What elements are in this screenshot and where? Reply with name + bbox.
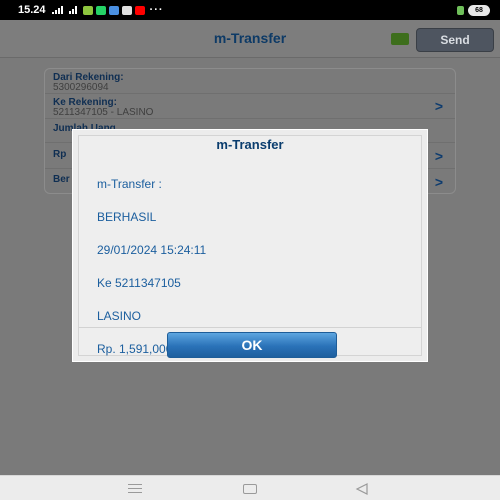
- dialog-line: LASINO: [97, 309, 142, 323]
- chevron-right-icon: >: [434, 174, 443, 190]
- recent-apps-icon[interactable]: [128, 484, 142, 493]
- amount-prefix: Rp: [53, 149, 67, 160]
- navigation-bar: [0, 475, 500, 500]
- charging-icon: [457, 5, 464, 15]
- dialog-line: 29/01/2024 15:24:11: [97, 243, 207, 257]
- dialog-title: m-Transfer: [216, 137, 284, 152]
- to-account-value: 5211347105 - LASINO: [53, 107, 154, 118]
- to-account-row[interactable]: Ke Rekening: 5211347105 - LASINO >: [45, 94, 455, 119]
- youtube-icon: [134, 5, 145, 15]
- battery-icon: 68: [468, 4, 490, 16]
- from-account-value: 5300296094: [53, 82, 109, 93]
- dialog-line: m-Transfer :: [97, 177, 162, 191]
- extra-label: Ber: [53, 174, 70, 185]
- dialog-content: m-Transfer m-Transfer : BERHASIL 29/01/2…: [78, 135, 422, 358]
- notification-icon: [108, 5, 119, 15]
- home-icon[interactable]: [243, 484, 257, 494]
- transfer-result-dialog: m-Transfer m-Transfer : BERHASIL 29/01/2…: [72, 129, 428, 362]
- status-bar: 15.24 ··· 68: [0, 0, 500, 20]
- whatsapp-icon: [95, 5, 106, 15]
- app-header: m-Transfer Send: [0, 20, 500, 58]
- status-indicator: [391, 33, 409, 45]
- app-icon: [82, 5, 93, 15]
- dialog-line: BERHASIL: [97, 210, 157, 224]
- chevron-right-icon: >: [434, 98, 443, 114]
- back-icon[interactable]: [355, 483, 369, 495]
- from-account-row: Dari Rekening: 5300296094: [45, 69, 455, 94]
- ok-button[interactable]: OK: [167, 332, 337, 358]
- dialog-line: Ke 5211347105: [97, 276, 181, 290]
- chevron-right-icon: >: [434, 148, 443, 164]
- send-button[interactable]: Send: [416, 28, 494, 52]
- signal-icon-2: [68, 6, 77, 14]
- status-time: 15.24: [18, 4, 46, 16]
- mail-icon: [121, 5, 132, 15]
- signal-icon: [51, 6, 63, 14]
- dialog-divider: [79, 327, 421, 328]
- more-notifications: ···: [149, 4, 164, 16]
